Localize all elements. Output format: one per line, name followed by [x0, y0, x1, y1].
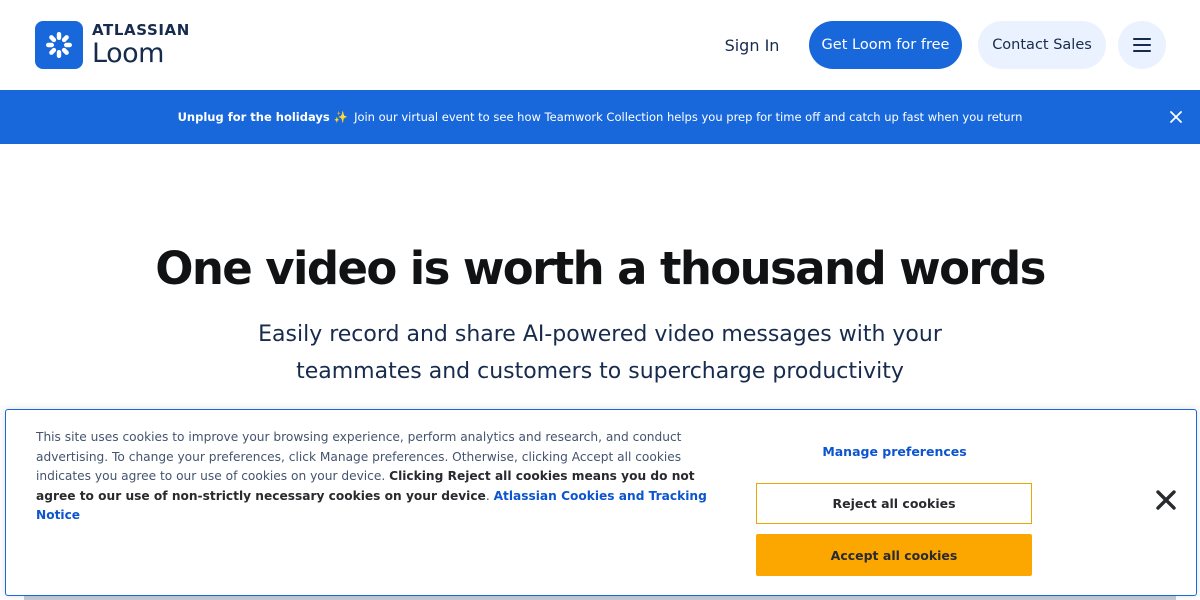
cookie-message: This site uses cookies to improve your b…: [36, 428, 726, 526]
hamburger-menu-icon: [1133, 38, 1151, 52]
cookie-text-period: .: [485, 488, 490, 503]
cookie-close-button[interactable]: [1152, 486, 1180, 514]
sign-in-link[interactable]: Sign In: [710, 22, 794, 68]
banner-headline: Unplug for the holidays: [177, 110, 330, 124]
hero-title: One video is worth a thousand words: [155, 242, 1046, 295]
close-icon: [1170, 111, 1182, 123]
site-header: ATLASSIAN Loom Sign In Get Loom for free…: [0, 0, 1200, 90]
cookie-consent-banner: This site uses cookies to improve your b…: [5, 409, 1197, 596]
atlassian-loom-logo[interactable]: ATLASSIAN Loom: [35, 21, 190, 69]
logo-product: Loom: [92, 38, 164, 69]
close-icon: [1156, 490, 1176, 510]
get-loom-free-button[interactable]: Get Loom for free: [809, 21, 962, 69]
logo-brand: ATLASSIAN: [92, 21, 190, 39]
menu-button[interactable]: [1118, 21, 1166, 69]
contact-sales-button[interactable]: Contact Sales: [978, 21, 1106, 69]
loom-burst-icon: [35, 21, 83, 69]
accept-all-cookies-button[interactable]: Accept all cookies: [756, 534, 1032, 576]
reject-all-cookies-button[interactable]: Reject all cookies: [756, 483, 1032, 524]
banner-text: Join our virtual event to see how Teamwo…: [354, 110, 1023, 124]
sparkle-icon: ✨: [333, 110, 349, 124]
manage-preferences-link[interactable]: Manage preferences: [757, 444, 1032, 459]
announcement-banner: Unplug for the holidays ✨ Join our virtu…: [0, 90, 1200, 144]
logo-wordmark: ATLASSIAN Loom: [92, 21, 190, 69]
banner-close-button[interactable]: [1164, 105, 1188, 129]
banner-message[interactable]: Unplug for the holidays ✨ Join our virtu…: [0, 90, 1200, 144]
hero-subtitle: Easily record and share AI-powered video…: [258, 322, 942, 384]
